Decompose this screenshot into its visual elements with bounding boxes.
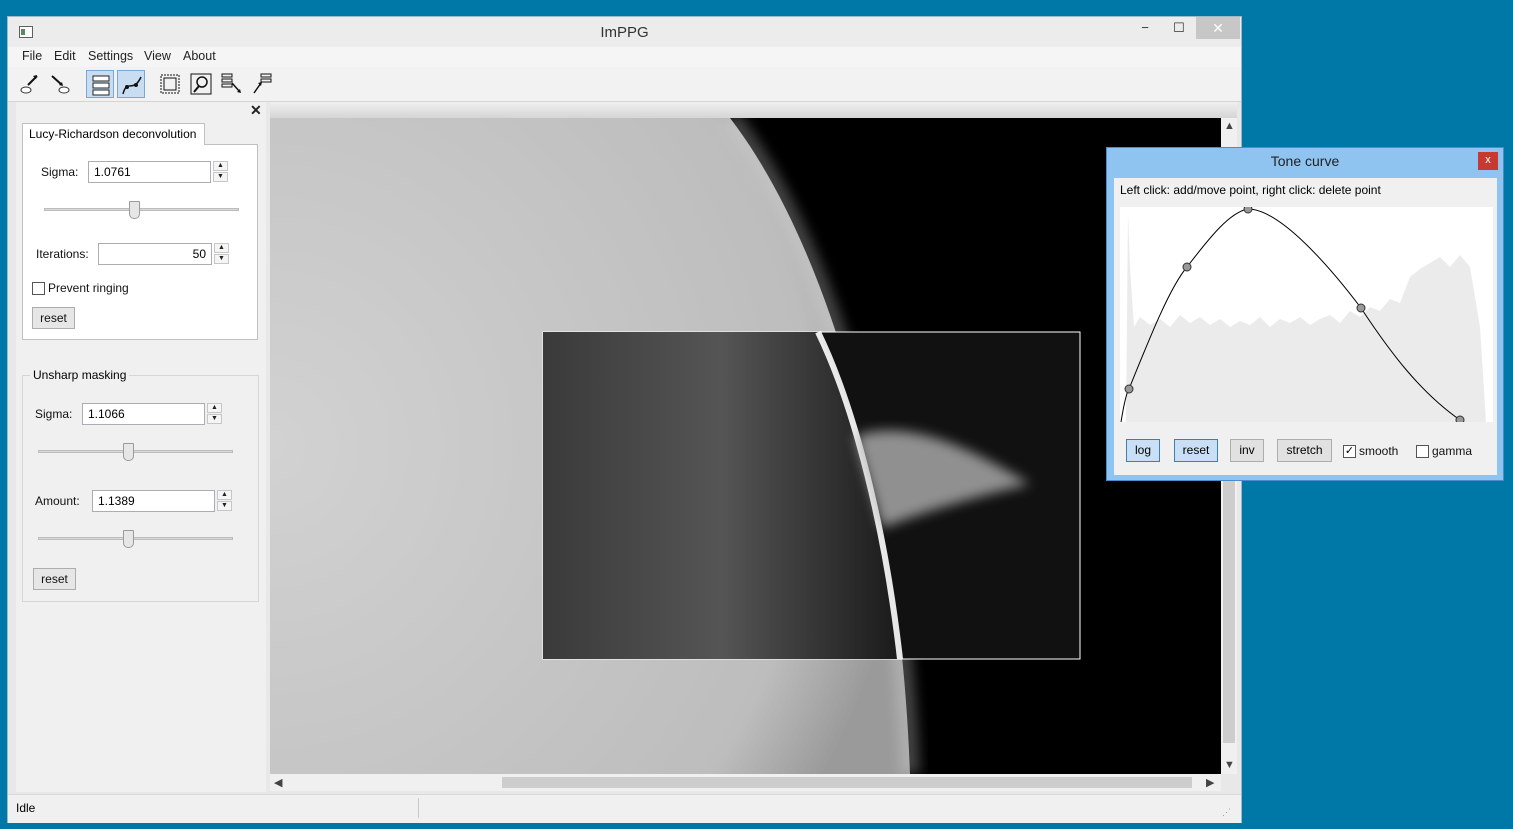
curve-point[interactable] [1243,204,1253,214]
tone-curve-close-button[interactable]: x [1478,152,1498,170]
menu-settings[interactable]: Settings [88,49,133,63]
spin-down-icon[interactable]: ▼ [214,254,229,264]
prevent-ringing-label: Prevent ringing [48,281,129,295]
inv-button[interactable]: inv [1230,439,1264,462]
menu-file[interactable]: File [22,49,42,63]
status-separator [418,798,419,818]
lucy-richardson-group: Sigma: 1.0761 ▲ ▼ Iterations: 50 ▲ ▼ Pre… [22,144,258,340]
tone-reset-button[interactable]: reset [1174,439,1218,462]
align-images-icon[interactable] [248,70,276,98]
save-file-icon[interactable] [46,70,74,98]
main-window: ImPPG − ☐ ✕ File Edit Settings View Abou… [7,16,1242,823]
gamma-label: gamma [1432,444,1473,458]
scroll-right-icon[interactable]: ▶ [1206,776,1214,789]
minimize-button[interactable]: − [1132,17,1158,39]
us-sigma-slider-thumb[interactable] [122,443,134,461]
batch-processing-icon[interactable] [218,70,246,98]
panel-close-button[interactable]: ✕ [250,102,262,119]
lr-sigma-spinner[interactable]: ▲ ▼ [213,161,228,183]
us-amount-slider-thumb[interactable] [122,530,134,548]
menu-view[interactable]: View [144,49,171,63]
unsharp-masking-title: Unsharp masking [30,368,130,382]
us-amount-input[interactable]: 1.1389 [92,490,215,512]
smooth-label: smooth [1359,444,1399,458]
us-reset-button[interactable]: reset [33,568,76,590]
resize-grip-icon[interactable]: ⋰ [1222,807,1231,818]
solar-image [270,118,1221,774]
curve-point[interactable] [1124,384,1134,394]
horizontal-scrollbar[interactable]: ◀ ▶ [270,774,1221,791]
spin-up-icon[interactable]: ▲ [217,490,232,500]
status-text: Idle [16,801,36,815]
status-bar: Idle ⋰ [8,794,1241,823]
tone-curve-icon[interactable] [117,70,145,98]
image-view[interactable] [270,118,1221,774]
horizontal-scroll-thumb[interactable] [502,777,1192,788]
view-header [270,102,1237,118]
lr-sigma-input[interactable]: 1.0761 [88,161,211,183]
stretch-button[interactable]: stretch [1277,439,1332,462]
spin-down-icon[interactable]: ▼ [207,414,222,424]
fit-window-icon[interactable] [187,70,215,98]
us-amount-slider-track[interactable] [38,537,233,540]
processing-panel: ✕ Lucy-Richardson deconvolution Sigma: 1… [16,102,266,792]
lr-sigma-slider-thumb[interactable] [128,201,140,219]
title-bar[interactable]: ImPPG − ☐ ✕ [8,17,1241,47]
tone-curve-title: Tone curve [1270,153,1340,169]
open-file-icon[interactable] [16,70,44,98]
us-sigma-slider-track[interactable] [38,450,233,453]
curve-point[interactable] [1455,415,1465,425]
curve-point[interactable] [1356,303,1366,313]
spin-down-icon[interactable]: ▼ [213,172,228,182]
close-button[interactable]: ✕ [1196,17,1240,39]
smooth-checkbox[interactable]: ✓ [1343,445,1356,458]
us-sigma-spinner[interactable]: ▲ ▼ [207,403,222,425]
spin-up-icon[interactable]: ▲ [213,161,228,171]
scroll-down-icon[interactable]: ▼ [1224,759,1235,771]
tab-lucy-richardson[interactable]: Lucy-Richardson deconvolution [22,123,205,145]
prevent-ringing-checkbox[interactable] [32,282,45,295]
lr-sigma-slider-track[interactable] [44,208,239,211]
log-button[interactable]: log [1126,439,1160,462]
lr-reset-button[interactable]: reset [32,307,75,329]
gamma-checkbox[interactable] [1416,445,1429,458]
scroll-up-icon[interactable]: ▲ [1224,120,1235,132]
processing-settings-icon[interactable] [86,70,114,98]
us-sigma-input[interactable]: 1.1066 [82,403,205,425]
tone-curve-hint: Left click: add/move point, right click:… [1120,183,1381,197]
toolbar [8,67,1241,102]
lr-iterations-label: Iterations: [36,247,89,261]
menu-about[interactable]: About [183,49,216,63]
tone-curve-client: Left click: add/move point, right click:… [1114,178,1497,475]
tone-curve-editor[interactable] [1120,204,1493,425]
lr-sigma-label: Sigma: [41,165,79,179]
processed-selection [542,330,1081,660]
menu-edit[interactable]: Edit [54,49,76,63]
unsharp-masking-group: Sigma: 1.1066 ▲ ▼ Amount: 1.1389 ▲ ▼ res… [22,375,259,602]
spin-down-icon[interactable]: ▼ [217,501,232,511]
select-all-icon[interactable] [156,70,184,98]
maximize-button[interactable]: ☐ [1164,17,1194,39]
vertical-scroll-thumb[interactable] [1223,473,1235,743]
lr-iterations-input[interactable]: 50 [98,243,212,265]
spin-up-icon[interactable]: ▲ [214,243,229,253]
us-sigma-label: Sigma: [35,407,73,421]
curve-point[interactable] [1182,262,1192,272]
us-amount-label: Amount: [35,494,80,508]
menu-bar: File Edit Settings View About [8,47,1241,67]
scroll-left-icon[interactable]: ◀ [274,776,282,789]
us-amount-spinner[interactable]: ▲ ▼ [217,490,232,512]
lr-iterations-spinner[interactable]: ▲ ▼ [214,243,229,265]
histogram [1126,212,1486,422]
window-title: ImPPG [600,24,649,41]
spin-up-icon[interactable]: ▲ [207,403,222,413]
tone-curve-window: Tone curve x Left click: add/move point,… [1106,147,1504,481]
